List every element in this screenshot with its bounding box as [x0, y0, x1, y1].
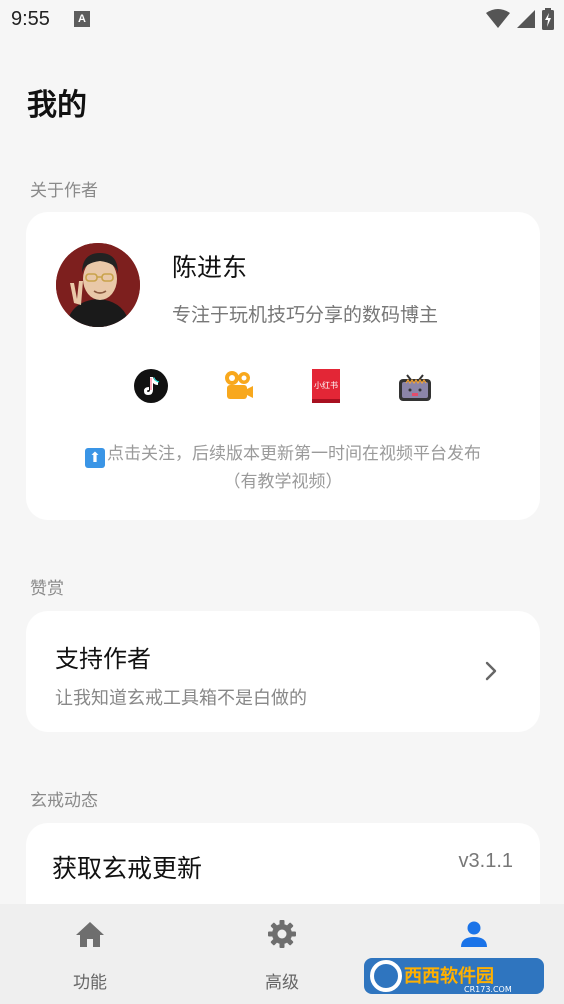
author-card: 陈进东 专注于玩机技巧分享的数码博主 小红书 ⬆ 点击关注，后续版本更新第一时间… [26, 212, 540, 520]
author-avatar [56, 243, 140, 327]
section-label-about-author: 关于作者 [30, 181, 98, 201]
status-icons [486, 8, 554, 30]
watermark-brand: 西西软件园 [404, 965, 494, 987]
status-time: 9:55 [11, 8, 50, 30]
kuaishou-icon[interactable] [222, 369, 256, 403]
follow-hint: ⬆ 点击关注，后续版本更新第一时间在视频平台发布 （有教学视频） [26, 440, 540, 496]
author-description: 专注于玩机技巧分享的数码博主 [172, 304, 439, 326]
signal-icon [517, 10, 535, 28]
watermark-logo: 西西软件园 CR173.COM [364, 956, 544, 996]
person-icon [461, 921, 487, 947]
home-icon [76, 922, 104, 947]
screen: 9:55 A 我的 关于作者 陈进东 专注于玩机技巧分享的数码博主 小红书 ⬆ … [0, 0, 564, 1004]
version-label: v3.1.1 [458, 850, 513, 872]
notification-icon: A [74, 11, 90, 27]
page-title: 我的 [27, 88, 87, 123]
wifi-icon [486, 9, 510, 28]
support-author-description: 让我知道玄戒工具箱不是白做的 [55, 688, 307, 709]
arrow-up-icon: ⬆ [85, 448, 105, 468]
support-author-card[interactable]: 支持作者 让我知道玄戒工具箱不是白做的 [26, 611, 540, 732]
nav-label-advanced: 高级 [265, 973, 299, 993]
nav-item-advanced[interactable]: 高级 [222, 904, 342, 1004]
status-bar: 9:55 A [0, 0, 564, 40]
nav-item-features[interactable]: 功能 [30, 904, 150, 1004]
xiaohongshu-label: 小红书 [314, 380, 338, 390]
follow-hint-line2: （有教学视频） [223, 472, 343, 492]
follow-hint-line1: ⬆ 点击关注，后续版本更新第一时间在视频平台发布 [26, 440, 540, 468]
battery-icon [542, 8, 554, 30]
get-update-title: 获取玄戒更新 [52, 854, 203, 883]
watermark-url: CR173.COM [464, 985, 512, 994]
bilibili-icon[interactable] [398, 369, 432, 403]
gear-icon [268, 920, 296, 948]
section-label-donate: 赞赏 [30, 579, 64, 599]
section-label-news: 玄戒动态 [30, 791, 98, 811]
author-name: 陈进东 [172, 253, 248, 282]
xiaohongshu-icon[interactable]: 小红书 [312, 369, 346, 403]
chevron-right-icon [485, 661, 497, 681]
douyin-icon[interactable] [134, 369, 168, 403]
support-author-title: 支持作者 [55, 645, 151, 673]
nav-label-features: 功能 [73, 973, 107, 993]
follow-hint-text: 点击关注，后续版本更新第一时间在视频平台发布 [107, 444, 481, 464]
